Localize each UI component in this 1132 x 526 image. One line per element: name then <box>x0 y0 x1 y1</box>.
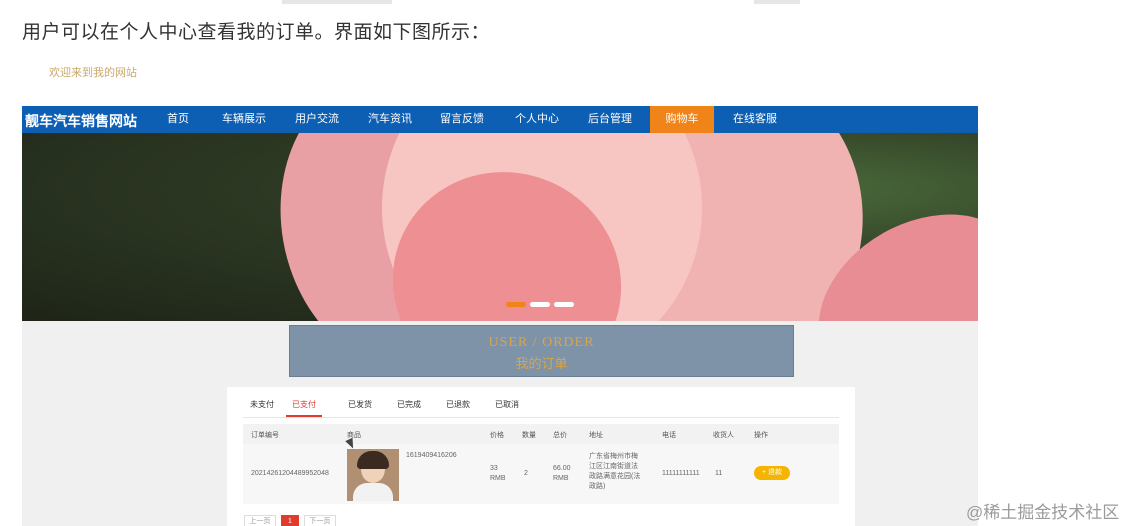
order-panel: 未支付 已支付 已发货 已完成 已退款 已取消 订单编号 商品 价格 数量 总价… <box>227 387 855 526</box>
carousel-dot-2[interactable] <box>530 302 550 307</box>
column-header-order-no: 订单编号 <box>251 432 279 439</box>
tab-completed[interactable]: 已完成 <box>394 399 424 417</box>
tab-shipped[interactable]: 已发货 <box>345 399 375 417</box>
quantity-value: 2 <box>524 470 528 477</box>
address-text: 广东省梅州市梅江区江南街道法政路满意花园(法政路) <box>589 453 641 490</box>
watermark-text: @稀土掘金技术社区 <box>966 503 1120 522</box>
nav-item-community[interactable]: 用户交流 <box>287 106 347 133</box>
banner-carousel[interactable] <box>22 133 978 321</box>
nav-item-cart[interactable]: 购物车 <box>650 106 714 133</box>
order-number: 20214261204489952048 <box>251 470 329 477</box>
price-unit: RMB <box>490 475 506 482</box>
tab-divider <box>243 417 839 418</box>
intro-text: 用户可以在个人中心查看我的订单。界面如下图所示： <box>22 22 491 43</box>
welcome-text: 欢迎来到我的网站 <box>49 67 137 79</box>
price-value: 33 <box>490 465 498 472</box>
tab-unpaid[interactable]: 未支付 <box>247 399 277 417</box>
order-title-zh: 我的订单 <box>515 356 568 371</box>
column-header-receiver: 收货人 <box>713 432 734 439</box>
nav-item-feedback[interactable]: 留言反馈 <box>432 106 492 133</box>
top-bar-remnant <box>754 0 800 4</box>
product-code: 1619409416206 <box>406 452 457 459</box>
product-image[interactable] <box>347 449 399 501</box>
nav-item-home[interactable]: 首页 <box>153 106 203 133</box>
top-bar-remnant <box>282 0 392 4</box>
tab-paid[interactable]: 已支付 <box>286 399 322 417</box>
column-header-address: 地址 <box>589 432 603 439</box>
total-value: 66.00 <box>553 465 571 472</box>
carousel-dot-3[interactable] <box>554 302 574 307</box>
column-header-phone: 电话 <box>662 432 676 439</box>
pagination-prev[interactable]: 上一页 <box>244 515 276 526</box>
nav-item-profile[interactable]: 个人中心 <box>507 106 567 133</box>
nav-item-news[interactable]: 汽车资讯 <box>360 106 420 133</box>
pagination-next[interactable]: 下一页 <box>304 515 336 526</box>
total-unit: RMB <box>553 475 569 482</box>
table-header: 订单编号 商品 价格 数量 总价 地址 电话 收货人 操作 <box>243 424 839 444</box>
pagination-page-1[interactable]: 1 <box>281 515 299 526</box>
nav-item-vehicles[interactable]: 车辆展示 <box>214 106 274 133</box>
carousel-dot-1[interactable] <box>506 302 526 307</box>
column-header-quantity: 数量 <box>522 432 536 439</box>
nav-item-service[interactable]: 在线客服 <box>725 106 785 133</box>
receiver-text: 11 <box>715 470 723 477</box>
column-header-price: 价格 <box>490 432 504 439</box>
phone-text: 11111111111 <box>662 470 700 477</box>
order-title-en: USER / ORDER <box>488 335 595 350</box>
order-section-header: USER / ORDER 我的订单 <box>289 325 794 377</box>
nav-bar: 靓车汽车销售网站 首页 车辆展示 用户交流 汽车资讯 留言反馈 个人中心 后台管… <box>22 106 978 133</box>
site-logo[interactable]: 靓车汽车销售网站 <box>25 111 137 131</box>
nav-item-admin[interactable]: 后台管理 <box>580 106 640 133</box>
table-row: 20214261204489952048 1619409416206 33 RM… <box>243 444 839 504</box>
column-header-action: 操作 <box>754 432 768 439</box>
tab-refunded[interactable]: 已退款 <box>443 399 473 417</box>
refund-button[interactable]: + 退款 <box>754 466 790 480</box>
column-header-total: 总价 <box>553 432 567 439</box>
website-screenshot: 靓车汽车销售网站 首页 车辆展示 用户交流 汽车资讯 留言反馈 个人中心 后台管… <box>22 106 978 526</box>
tab-cancelled[interactable]: 已取消 <box>492 399 522 417</box>
